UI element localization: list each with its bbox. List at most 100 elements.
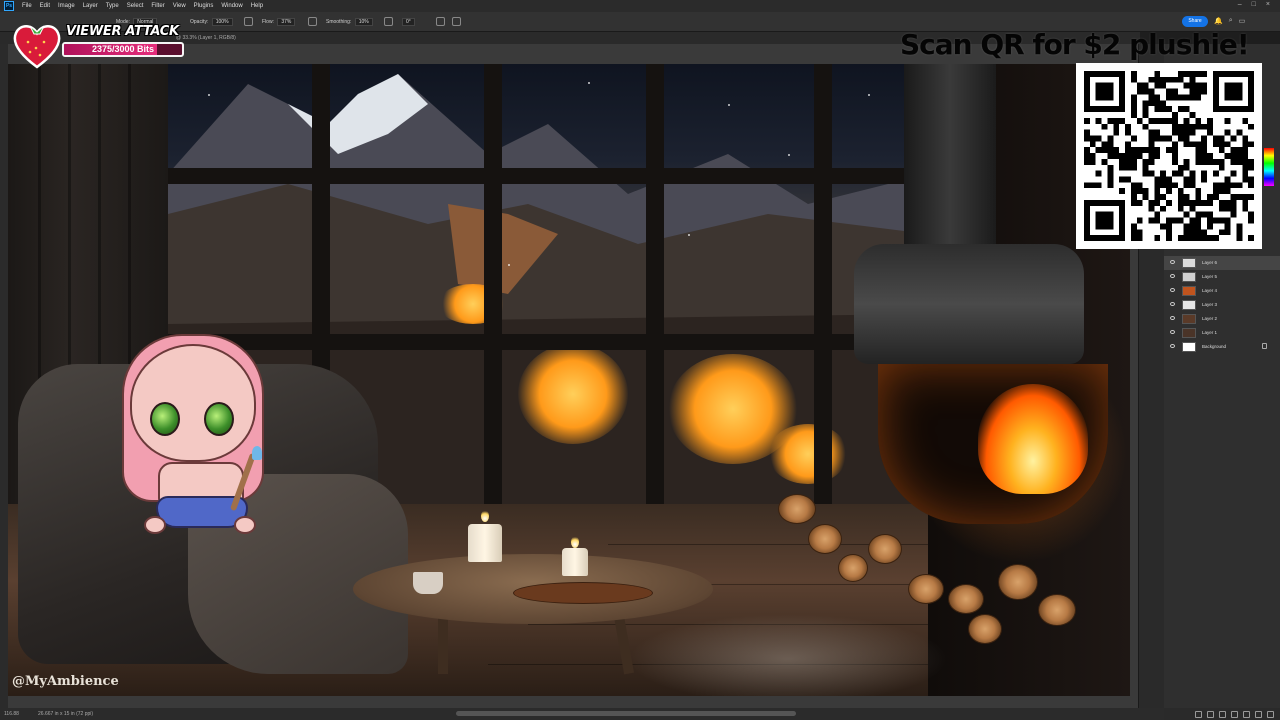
qr-module — [1166, 135, 1172, 142]
menu-plugins[interactable]: Plugins — [190, 3, 218, 9]
qr-module — [1183, 94, 1190, 101]
qr-module — [1195, 88, 1202, 95]
share-button[interactable]: Share — [1182, 16, 1208, 27]
layer-row[interactable]: Layer 1 — [1164, 326, 1280, 340]
canvas-area[interactable]: @MyAmbience — [8, 44, 1138, 708]
qr-module — [1119, 153, 1126, 159]
menu-help[interactable]: Help — [247, 3, 267, 9]
qr-code-card[interactable] — [1076, 63, 1262, 249]
menu-select[interactable]: Select — [123, 3, 148, 9]
close-icon[interactable]: × — [1266, 1, 1270, 8]
menu-window[interactable]: Window — [217, 3, 246, 9]
qr-module — [1189, 235, 1196, 241]
qr-module — [1148, 170, 1155, 177]
link-layers-icon[interactable] — [1195, 710, 1202, 718]
layer-row[interactable]: Layer 5 — [1164, 270, 1280, 284]
adjustment-icon[interactable] — [1231, 710, 1238, 718]
gear-icon[interactable] — [384, 17, 393, 26]
menu-edit[interactable]: Edit — [36, 3, 54, 9]
fireplace-chimney — [904, 64, 996, 274]
menu-view[interactable]: View — [169, 3, 190, 9]
new-group-icon[interactable] — [1243, 710, 1250, 718]
eye-icon[interactable] — [1170, 330, 1175, 334]
eye-icon[interactable] — [1170, 302, 1175, 306]
qr-module — [1177, 205, 1184, 212]
layer-row[interactable]: Layer 2 — [1164, 312, 1280, 326]
qr-module — [1189, 141, 1196, 148]
color-swatch-strip[interactable] — [1264, 148, 1274, 186]
opacity-input[interactable]: 100% — [211, 18, 233, 26]
maximize-icon[interactable]: □ — [1252, 1, 1256, 8]
qr-module — [1207, 153, 1213, 159]
firewood-log — [838, 554, 868, 582]
menu-layer[interactable]: Layer — [79, 3, 102, 9]
qr-module — [1171, 88, 1178, 95]
qr-module — [1130, 199, 1137, 206]
qr-module — [1166, 229, 1172, 236]
new-layer-icon[interactable] — [1255, 710, 1262, 718]
qr-module — [1236, 182, 1243, 189]
airbrush-icon[interactable] — [308, 17, 317, 26]
qr-module — [1130, 135, 1137, 142]
angle-input[interactable]: 0° — [402, 18, 415, 26]
qr-module — [1177, 94, 1184, 101]
menu-image[interactable]: Image — [54, 3, 79, 9]
qr-module — [1113, 129, 1120, 136]
qr-module — [1207, 129, 1213, 136]
pressure-size-icon[interactable] — [436, 17, 445, 26]
zoom-level[interactable]: 116.88 — [4, 711, 19, 717]
qr-module — [1160, 106, 1167, 113]
mask-icon[interactable] — [1219, 710, 1226, 718]
layer-row[interactable]: Layer 3 — [1164, 298, 1280, 312]
layer-row[interactable]: Background — [1164, 340, 1280, 354]
minimize-icon[interactable]: – — [1238, 1, 1242, 8]
qr-module — [1207, 199, 1213, 206]
menu-file[interactable]: File — [18, 3, 36, 9]
qr-module — [1125, 147, 1131, 154]
qr-code[interactable] — [1084, 71, 1254, 241]
eye-icon[interactable] — [1170, 260, 1175, 264]
qr-module — [1084, 135, 1090, 142]
workspace-icon[interactable]: ▭ — [1239, 17, 1246, 25]
qr-module — [1160, 182, 1167, 189]
qr-module — [1160, 223, 1167, 230]
qr-module — [1195, 94, 1202, 101]
flow-control[interactable]: Flow: 37% — [262, 18, 296, 26]
qr-module — [1125, 158, 1131, 165]
qr-module — [1201, 71, 1208, 77]
layer-style-icon[interactable] — [1207, 710, 1214, 718]
symmetry-icon[interactable] — [452, 17, 461, 26]
qr-module — [1230, 199, 1237, 206]
qr-module — [1095, 211, 1114, 230]
smoothing-control[interactable]: Smoothing: 10% — [326, 18, 373, 26]
qr-module — [1130, 153, 1137, 159]
qr-module — [1171, 117, 1178, 124]
trash-icon[interactable] — [1267, 710, 1274, 718]
opacity-label: Opacity: — [190, 19, 209, 25]
eye-icon[interactable] — [1170, 316, 1175, 320]
smoothing-input[interactable]: 10% — [354, 18, 373, 26]
eye-icon[interactable] — [1170, 288, 1175, 292]
artwork-canvas[interactable]: @MyAmbience — [8, 64, 1130, 696]
pressure-opacity-icon[interactable] — [244, 17, 253, 26]
search-icon[interactable]: ⌕ — [1229, 17, 1233, 25]
qr-module — [1142, 100, 1149, 107]
qr-module — [1207, 194, 1213, 200]
qr-module — [1136, 147, 1143, 154]
eye-icon[interactable] — [1170, 274, 1175, 278]
angle-control[interactable]: 0° — [400, 18, 415, 26]
menu-type[interactable]: Type — [102, 3, 123, 9]
bell-icon[interactable]: 🔔 — [1214, 17, 1223, 25]
horizontal-scrollbar[interactable] — [456, 711, 796, 716]
qr-module — [1136, 188, 1143, 195]
layer-thumbnail — [1182, 286, 1196, 296]
eye-icon[interactable] — [1170, 344, 1175, 348]
opacity-control[interactable]: Opacity: 100% — [190, 18, 233, 26]
menu-filter[interactable]: Filter — [147, 3, 168, 9]
qr-module — [1095, 117, 1102, 124]
flow-input[interactable]: 37% — [277, 18, 296, 26]
qr-module — [1101, 158, 1108, 165]
layer-row[interactable]: Layer 6 — [1164, 256, 1280, 270]
qr-module — [1212, 141, 1219, 148]
layer-row[interactable]: Layer 4 — [1164, 284, 1280, 298]
